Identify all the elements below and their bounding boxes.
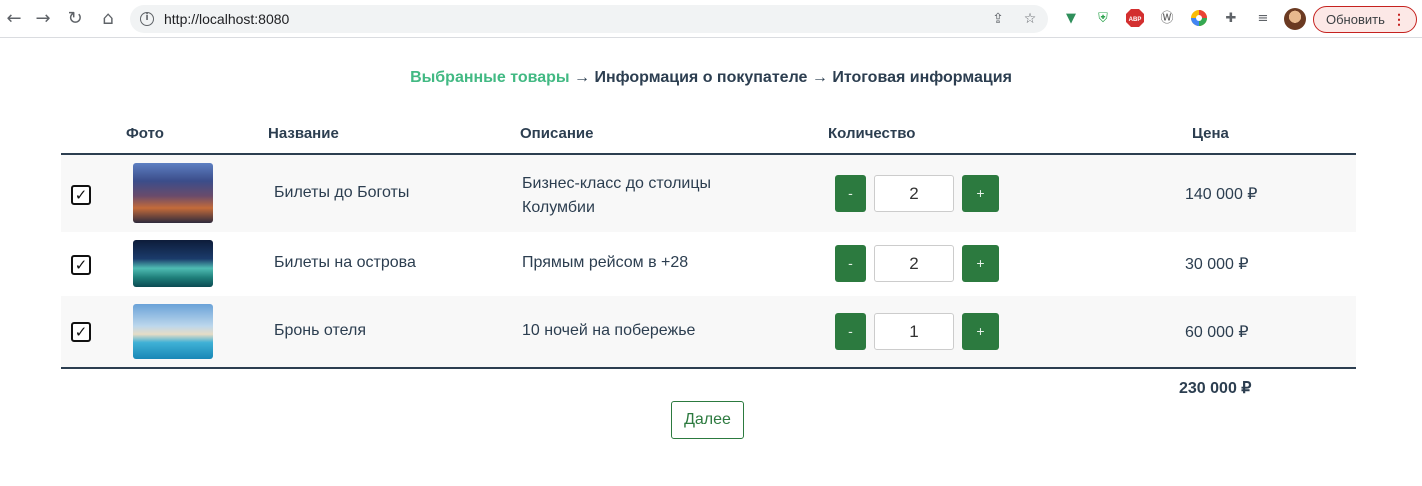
quantity-input[interactable]: 2 <box>874 175 954 212</box>
reload-icon[interactable]: ↻ <box>64 8 86 30</box>
description-line: Бизнес-класс до столицы <box>522 175 712 192</box>
shield-icon[interactable]: ⛨ <box>1093 9 1113 29</box>
update-label: Обновить <box>1326 12 1385 27</box>
table-bottom-border <box>61 367 1356 369</box>
puzzle-icon[interactable]: ✚ <box>1221 9 1241 29</box>
step-selected-items[interactable]: Выбранные товары <box>410 69 569 86</box>
description-line: Колумбии <box>522 199 595 216</box>
product-description: Бизнес-класс до столицы Колумбии <box>522 172 711 220</box>
reading-list-icon[interactable]: ≡ <box>1253 9 1273 29</box>
table-row: ✓ Билеты до Боготы Бизнес-класс до столи… <box>61 155 1356 232</box>
vue-devtools-icon[interactable]: ▼ <box>1061 9 1081 29</box>
header-description: Описание <box>520 125 594 142</box>
menu-dots-icon[interactable]: ⋮ <box>1392 7 1406 32</box>
header-price: Цена <box>1192 125 1229 142</box>
adblock-icon[interactable]: ABP <box>1125 9 1145 29</box>
browser-toolbar: ← → ↻ ⌂ i http://localhost:8080 ⇪ ☆ ▼ ⛨ … <box>0 0 1422 38</box>
product-price: 30 000 ₽ <box>1185 256 1249 273</box>
decrease-quantity-button[interactable]: - <box>835 313 866 350</box>
product-description: 10 ночей на побережье <box>522 322 696 339</box>
wordpress-icon[interactable]: Ⓦ <box>1157 9 1177 29</box>
product-photo <box>133 240 213 287</box>
next-button[interactable]: Далее <box>671 401 744 439</box>
decrease-quantity-button[interactable]: - <box>835 175 866 212</box>
decrease-quantity-button[interactable]: - <box>835 245 866 282</box>
svg-text:ABP: ABP <box>1129 17 1142 23</box>
quantity-input[interactable]: 1 <box>874 313 954 350</box>
product-name: Бронь отеля <box>274 322 366 339</box>
update-button[interactable]: Обновить ⋮ <box>1313 6 1417 33</box>
product-photo <box>133 163 213 223</box>
step-buyer-info[interactable]: Информация о покупателе <box>594 69 807 86</box>
star-icon[interactable]: ☆ <box>1020 9 1040 29</box>
checkout-steps: Выбранные товары → Информация о покупате… <box>0 69 1422 87</box>
color-wheel-icon[interactable] <box>1189 9 1209 29</box>
share-icon[interactable]: ⇪ <box>988 9 1008 29</box>
item-checkbox[interactable]: ✓ <box>71 255 91 275</box>
step-summary[interactable]: Итоговая информация <box>832 69 1012 86</box>
item-checkbox[interactable]: ✓ <box>71 185 91 205</box>
header-name: Название <box>268 125 339 142</box>
increase-quantity-button[interactable]: + <box>962 245 999 282</box>
item-checkbox[interactable]: ✓ <box>71 322 91 342</box>
cart-table: Фото Название Описание Количество Цена ✓… <box>61 118 1356 397</box>
product-description: Прямым рейсом в +28 <box>522 254 689 271</box>
header-photo: Фото <box>126 125 164 142</box>
product-price: 60 000 ₽ <box>1185 324 1249 341</box>
table-header: Фото Название Описание Количество Цена <box>61 118 1356 155</box>
address-bar[interactable]: i http://localhost:8080 ⇪ ☆ <box>130 5 1048 33</box>
table-row: ✓ Бронь отеля 10 ночей на побережье - 1 … <box>61 296 1356 367</box>
product-price: 140 000 ₽ <box>1185 186 1258 203</box>
avatar[interactable] <box>1284 8 1306 30</box>
back-icon[interactable]: ← <box>3 8 25 30</box>
info-icon[interactable]: i <box>140 12 154 26</box>
total-price: 230 000 ₽ <box>1179 380 1252 397</box>
table-row: ✓ Билеты на острова Прямым рейсом в +28 … <box>61 232 1356 296</box>
header-quantity: Количество <box>828 125 916 142</box>
increase-quantity-button[interactable]: + <box>962 175 999 212</box>
step-arrow: → <box>807 69 833 86</box>
quantity-input[interactable]: 2 <box>874 245 954 282</box>
home-icon[interactable]: ⌂ <box>97 8 119 30</box>
url-text[interactable]: http://localhost:8080 <box>164 11 289 27</box>
step-arrow: → <box>569 69 595 86</box>
product-photo <box>133 304 213 359</box>
increase-quantity-button[interactable]: + <box>962 313 999 350</box>
product-name: Билеты до Боготы <box>274 184 410 201</box>
forward-icon[interactable]: → <box>32 8 54 30</box>
product-name: Билеты на острова <box>274 254 416 271</box>
